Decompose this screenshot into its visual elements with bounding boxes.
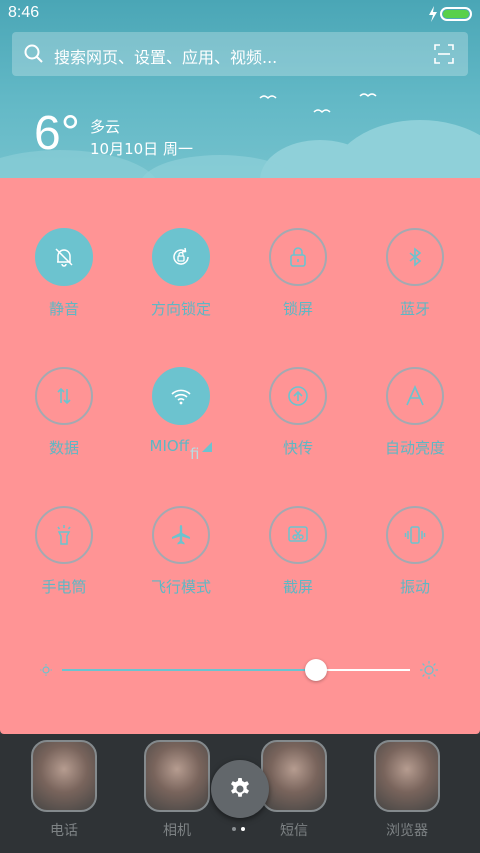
app-label: 电话 <box>50 823 78 839</box>
quick-settings-panel: 静音 方向锁定 锁屏 蓝牙 数据 MIOffﬁ 快传 自动亮度 手电筒 飞行模式… <box>0 178 480 734</box>
tile-label: 方向锁定 <box>150 300 211 318</box>
tile-bluetooth[interactable]: 蓝牙 <box>355 228 475 348</box>
app-icon <box>31 740 97 812</box>
brightness-low-icon <box>40 664 52 676</box>
gear-icon <box>231 778 249 797</box>
expand-corner-icon[interactable] <box>202 442 213 452</box>
tile-airplane-mode[interactable]: 飞行模式 <box>121 506 241 626</box>
airplane-icon <box>172 525 190 545</box>
vibrate-icon <box>404 526 426 544</box>
search-placeholder: 搜索网页、设置、应用、视频... <box>54 48 278 67</box>
battery-level <box>443 10 469 18</box>
page-dot <box>232 827 236 831</box>
brightness-slider[interactable] <box>0 658 480 682</box>
tile-mobile-data[interactable]: 数据 <box>4 367 124 487</box>
tile-mute[interactable]: 静音 <box>4 228 124 348</box>
app-icon <box>261 740 327 812</box>
wifi-name-fade: ﬁ <box>190 445 200 463</box>
tile-circle <box>35 367 93 425</box>
dock-app-browser[interactable]: 浏览器 <box>369 740 445 840</box>
lock-icon <box>290 247 306 267</box>
tile-circle <box>386 506 444 564</box>
brightness-thumb[interactable] <box>305 659 328 681</box>
upload-icon <box>288 386 308 406</box>
settings-button[interactable] <box>211 760 269 818</box>
bluetooth-icon <box>409 247 422 267</box>
tile-rotation-lock[interactable]: 方向锁定 <box>121 228 241 348</box>
tile-label: 锁屏 <box>282 300 313 318</box>
tile-label: 截屏 <box>282 578 313 596</box>
status-time: 8:46 <box>8 4 40 21</box>
rotation-lock-icon <box>173 247 189 265</box>
tile-circle <box>386 367 444 425</box>
tile-circle <box>152 367 210 425</box>
brightness-track-fill <box>62 669 317 671</box>
tile-auto-brightness[interactable]: 自动亮度 <box>355 367 475 487</box>
tile-label: 振动 <box>399 578 430 596</box>
brightness-high-icon <box>420 661 438 679</box>
bell-off-icon <box>55 248 73 267</box>
app-label: 浏览器 <box>386 823 428 839</box>
status-bar: 8:46 <box>0 0 480 28</box>
tile-label: 蓝牙 <box>399 300 430 318</box>
screenshot-icon <box>288 526 308 542</box>
tile-flashlight[interactable]: 手电筒 <box>4 506 124 626</box>
tile-circle <box>152 228 210 286</box>
tile-lock-screen[interactable]: 锁屏 <box>238 228 358 348</box>
weather-temperature: 6° <box>34 107 80 160</box>
tile-circle <box>386 228 444 286</box>
tile-wifi[interactable]: MIOffﬁ <box>121 367 241 487</box>
scan-icon[interactable] <box>434 44 454 64</box>
page-dot <box>241 827 245 831</box>
tile-screenshot[interactable]: 截屏 <box>238 506 358 626</box>
app-icon <box>374 740 440 812</box>
app-icon <box>144 740 210 812</box>
tile-circle <box>35 506 93 564</box>
tile-label: 静音 <box>48 300 79 318</box>
tile-label: MIOffﬁ <box>121 437 241 463</box>
page-indicator <box>232 827 252 833</box>
tile-label: 飞行模式 <box>150 578 211 596</box>
battery-icon <box>440 7 472 21</box>
weather-date: 10月10日 周一 <box>90 140 193 158</box>
tile-circle <box>152 506 210 564</box>
dock-app-phone[interactable]: 电话 <box>26 740 102 840</box>
weather-condition: 多云 <box>90 118 121 136</box>
tile-circle <box>269 228 327 286</box>
flashlight-icon <box>57 525 71 545</box>
app-label: 相机 <box>163 823 191 839</box>
tile-circle <box>269 506 327 564</box>
dock-app-camera[interactable]: 相机 <box>139 740 215 840</box>
auto-brightness-icon <box>406 385 424 406</box>
home-dock: 电话 相机 短信 浏览器 <box>0 734 480 853</box>
wifi-icon <box>171 389 191 405</box>
tile-circle <box>35 228 93 286</box>
tile-label: 自动亮度 <box>384 439 445 457</box>
birds-decoration <box>259 93 377 114</box>
data-arrows-icon <box>57 387 71 405</box>
wifi-network-name: MIOff <box>149 437 190 455</box>
home-header: 8:46 搜索网页、设置、应用、视频... 6° 多云 10月10日 周一 <box>0 0 480 178</box>
tile-vibrate[interactable]: 振动 <box>355 506 475 626</box>
app-label: 短信 <box>280 823 308 839</box>
tile-label: 快传 <box>282 439 313 457</box>
tile-label: 手电筒 <box>41 578 87 596</box>
search-bar[interactable]: 搜索网页、设置、应用、视频... <box>12 32 468 76</box>
tile-quick-transfer[interactable]: 快传 <box>238 367 358 487</box>
search-icon <box>24 44 43 63</box>
brightness-track[interactable] <box>62 669 410 671</box>
charging-icon <box>429 6 437 22</box>
tile-circle <box>269 367 327 425</box>
tile-label: 数据 <box>48 439 79 457</box>
